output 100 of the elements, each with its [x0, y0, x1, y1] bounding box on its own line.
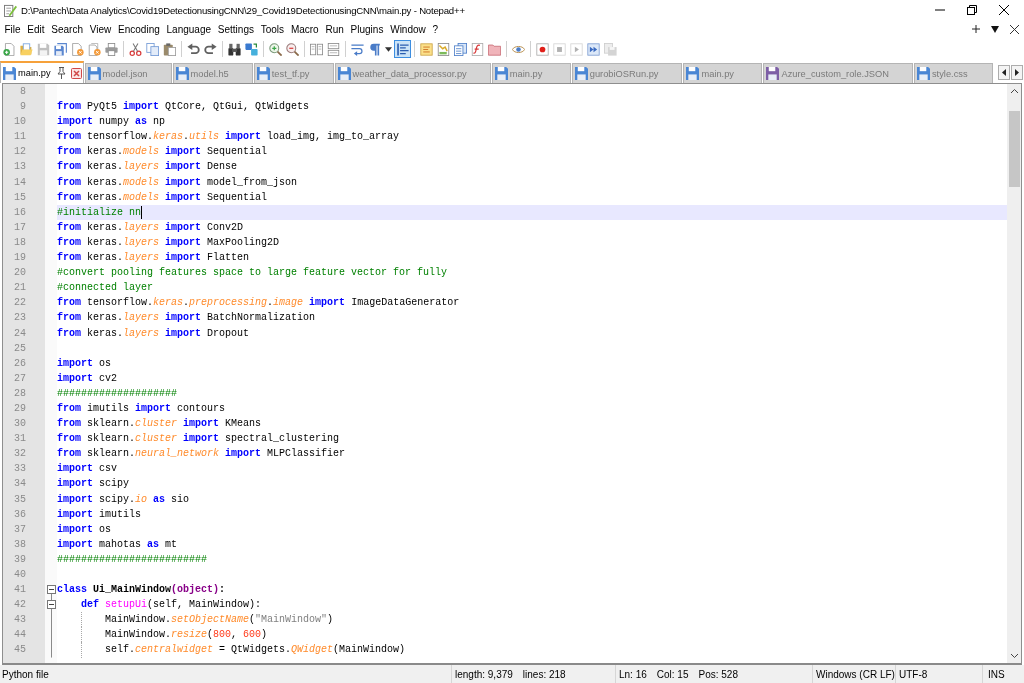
line-number: 28 — [13, 386, 27, 401]
code-line: import scipy — [57, 477, 130, 492]
menu-item[interactable]: Settings — [214, 22, 258, 36]
new-file-icon — [3, 42, 16, 56]
line-number: 9 — [19, 100, 27, 115]
document-list-button[interactable] — [452, 40, 469, 58]
code-line: #################### — [57, 386, 178, 401]
menu-item[interactable]: Macro — [287, 22, 323, 36]
line-number: 33 — [13, 462, 27, 477]
tab-scroll-right-button[interactable] — [1011, 65, 1023, 80]
minus-box-icon[interactable] — [46, 585, 56, 595]
line-number: 16 — [13, 205, 27, 220]
redo-icon — [204, 42, 217, 56]
run-macro-multiple-button[interactable] — [585, 40, 602, 58]
tab-scroll-left-button[interactable] — [998, 65, 1010, 80]
sync-horizontal-button[interactable] — [325, 40, 342, 58]
down-triangle-icon[interactable] — [991, 25, 999, 33]
menu-item[interactable]: Run — [322, 22, 348, 36]
close-all-button[interactable] — [86, 40, 103, 58]
code-line: from sklearn.cluster import KMeans — [57, 417, 262, 432]
zoom-out-button[interactable] — [284, 40, 301, 58]
encoding-text: UTF-8 — [899, 668, 928, 680]
code-line: ######################### — [57, 552, 208, 567]
line-number: 38 — [13, 537, 27, 552]
close-icon[interactable] — [1010, 24, 1019, 34]
menu-item[interactable]: ? — [429, 22, 442, 36]
scrollbar-thumb[interactable] — [1008, 111, 1020, 187]
printer-icon — [105, 42, 118, 56]
vertical-panes-icon — [310, 42, 323, 56]
pin-icon[interactable] — [56, 67, 66, 79]
text-cursor — [141, 205, 142, 219]
open-folder-icon — [20, 42, 33, 56]
code-line: import imutils — [57, 507, 142, 522]
file-type-text: Python file — [2, 668, 49, 680]
cut-button[interactable] — [127, 40, 144, 58]
new-file-button[interactable] — [1, 40, 18, 58]
line-number: 27 — [13, 371, 27, 386]
line-number-text: Ln: 16 — [619, 668, 647, 680]
line-number: 14 — [13, 175, 27, 190]
code-line: from tensorflow.keras.preprocessing.image import ImageDataGenerator — [57, 296, 460, 311]
scroll-up-icon[interactable] — [1010, 89, 1018, 93]
menu-item[interactable]: Search — [47, 22, 87, 36]
line-number: 19 — [13, 251, 27, 266]
line-number: 43 — [13, 613, 27, 628]
menu-item[interactable]: Language — [163, 22, 215, 36]
menu-item[interactable]: Window — [386, 22, 430, 36]
line-number: 44 — [13, 628, 27, 643]
fast-forward-icon — [587, 42, 600, 56]
paste-button[interactable] — [161, 40, 178, 58]
code-line: import os — [57, 522, 112, 537]
copy-button[interactable] — [144, 40, 161, 58]
window-title: D:\Pantech\Data Analytics\Covid19DetectionusingCNN\29_Covid19DetectionusingCNN\main.py - Notepad++ — [21, 4, 466, 16]
copy-icon — [146, 42, 159, 56]
line-number: 37 — [13, 522, 27, 537]
code-line: from sklearn.neural_network import MLPClassifier — [57, 447, 346, 462]
play-icon — [570, 42, 583, 56]
close-icon[interactable] — [999, 5, 1009, 15]
menu-item[interactable]: View — [86, 22, 115, 36]
indent-guide-icon — [396, 42, 409, 56]
code-line: from keras.models import model_from_json — [57, 175, 298, 190]
close-file-button[interactable] — [69, 40, 86, 58]
menu-item[interactable]: Encoding — [114, 22, 164, 36]
tab[interactable]: main.py — [0, 61, 84, 83]
zoom-in-button[interactable] — [267, 40, 284, 58]
line-number: 29 — [13, 401, 27, 416]
line-number: 17 — [13, 220, 27, 235]
line-number: 8 — [19, 85, 27, 99]
line-ending-text: Windows (CR LF) — [816, 668, 895, 680]
vertical-scrollbar[interactable] — [1007, 84, 1021, 663]
code-line: #convert pooling features space to large feature vector for fully — [57, 266, 448, 281]
caret-icon — [385, 46, 392, 52]
document-map-icon — [437, 42, 450, 56]
close-files-icon — [88, 42, 101, 56]
menu-item[interactable]: Tools — [257, 22, 288, 36]
plus-icon[interactable] — [972, 25, 980, 33]
document-map-button[interactable] — [435, 40, 452, 58]
print-button[interactable] — [103, 40, 120, 58]
line-number: 15 — [13, 190, 27, 205]
record-macro-button[interactable] — [534, 40, 551, 58]
close-file-icon — [71, 42, 84, 56]
scissors-icon — [129, 42, 142, 56]
menu-item[interactable]: File — [1, 22, 24, 36]
scroll-down-icon[interactable] — [1010, 654, 1018, 658]
restore-icon[interactable] — [967, 5, 977, 15]
replace-icon — [245, 42, 258, 56]
right-triangle-icon — [1015, 69, 1019, 76]
code-line: import csv — [57, 462, 118, 477]
minus-box-icon[interactable] — [46, 600, 56, 610]
menu-item[interactable]: Edit — [23, 22, 48, 36]
save-all-button[interactable] — [52, 40, 69, 58]
code-line: from keras.models import Sequential — [57, 190, 268, 205]
replace-button[interactable] — [243, 40, 260, 58]
menu-item[interactable]: Plugins — [347, 22, 387, 36]
code-line: from keras.layers import Dense — [57, 160, 238, 175]
indent-guide-button[interactable] — [394, 40, 411, 58]
line-number: 25 — [13, 341, 27, 356]
line-number: 10 — [13, 115, 27, 130]
function-list-button[interactable] — [469, 40, 486, 58]
line-number: 39 — [13, 552, 27, 567]
line-number: 26 — [13, 356, 27, 371]
